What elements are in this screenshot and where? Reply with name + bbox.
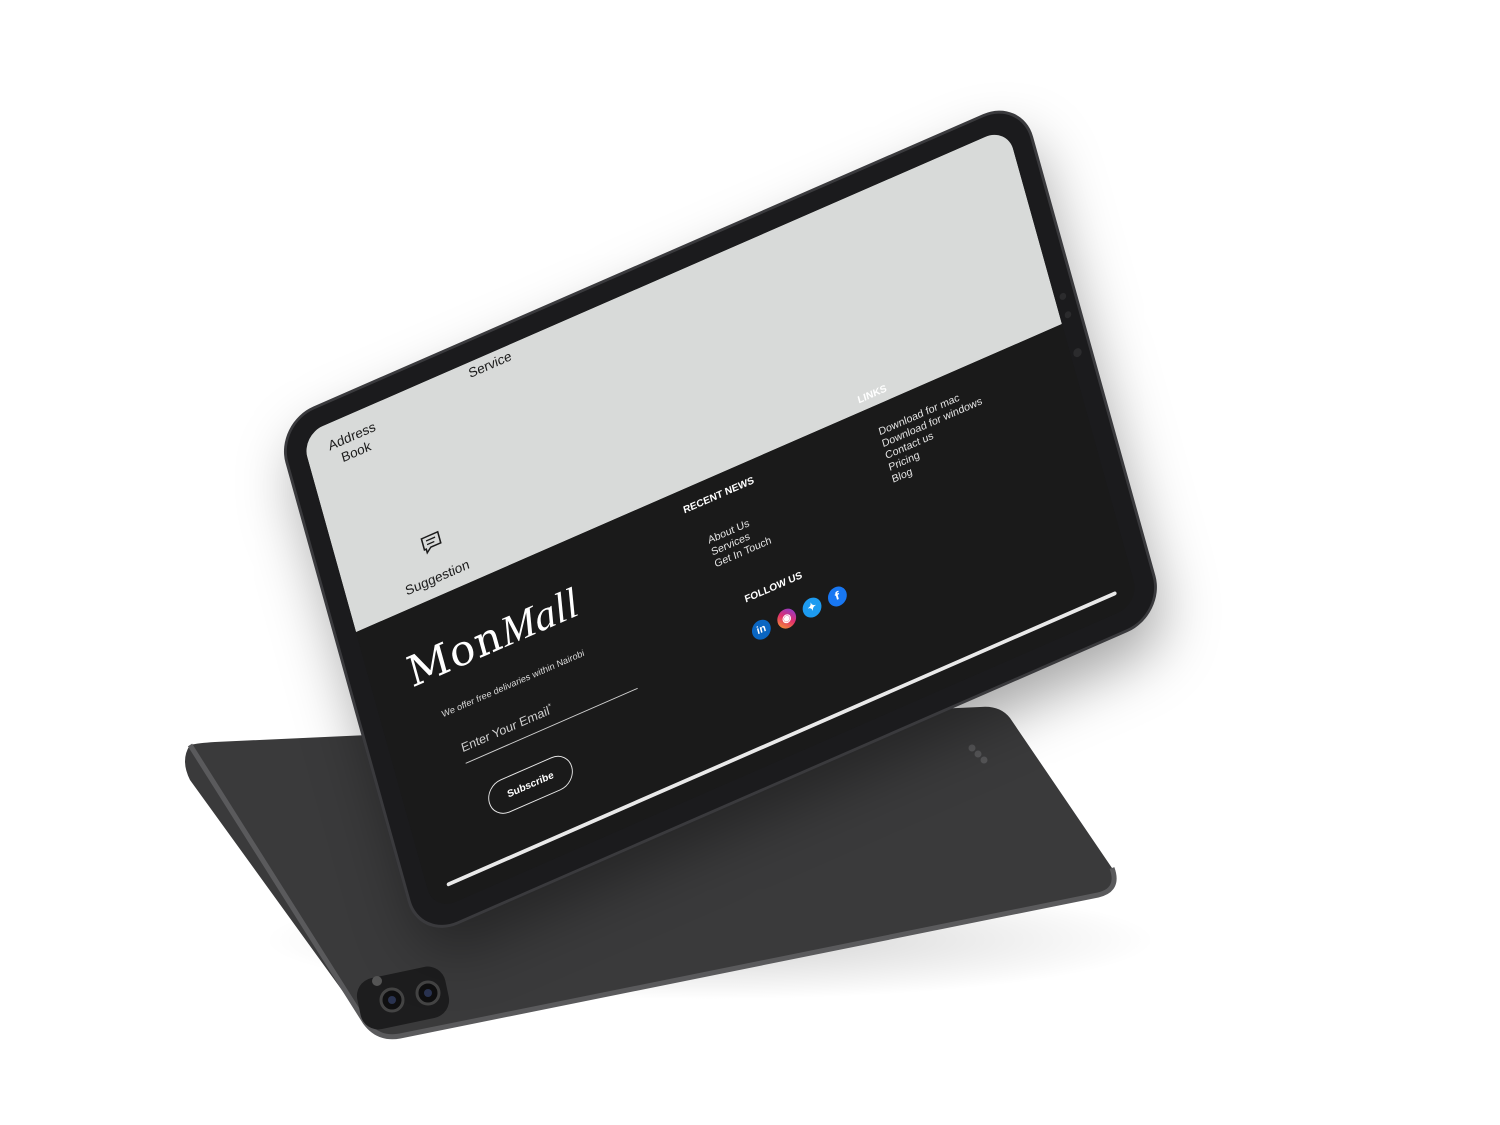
follow-us-heading: FOLLOW US <box>743 569 804 606</box>
subscribe-button[interactable]: Subscribe <box>484 750 577 820</box>
email-field[interactable]: Enter Your Email* <box>459 665 638 764</box>
menu-address-book[interactable]: Address Book <box>326 418 381 469</box>
email-placeholder: Enter Your Email <box>459 702 551 755</box>
logo-mall: Mall <box>495 578 583 657</box>
linkedin-icon[interactable]: in <box>749 616 773 643</box>
instagram-icon[interactable]: ◉ <box>775 605 799 632</box>
chat-bubble-icon[interactable] <box>419 529 444 556</box>
twitter-icon[interactable]: ✦ <box>800 594 824 621</box>
logo-mon: Mon <box>401 610 509 698</box>
facebook-icon[interactable]: f <box>825 583 849 610</box>
